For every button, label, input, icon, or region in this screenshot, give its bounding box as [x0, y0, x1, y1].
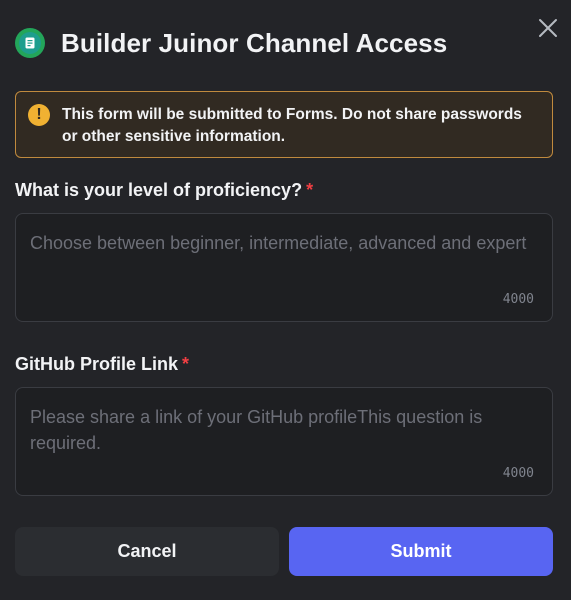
- notice-text: This form will be submitted to Forms. Do…: [62, 106, 522, 145]
- proficiency-field: 4000: [15, 213, 553, 322]
- close-button[interactable]: [537, 17, 559, 39]
- character-counter: 4000: [502, 292, 534, 307]
- close-icon: [539, 19, 557, 37]
- cancel-button[interactable]: Cancel: [15, 527, 279, 576]
- proficiency-input[interactable]: [16, 214, 552, 321]
- warning-icon: !: [28, 104, 50, 126]
- form-app-icon: [15, 28, 45, 58]
- character-counter: 4000: [502, 466, 534, 481]
- github-link-question-label: GitHub Profile Link *: [15, 354, 190, 374]
- modal-title: Builder Juinor Channel Access: [61, 27, 448, 58]
- form-modal: Builder Juinor Channel Access ! This for…: [0, 0, 571, 600]
- modal-header: Builder Juinor Channel Access: [15, 26, 447, 60]
- required-marker: *: [306, 180, 314, 200]
- github-link-field: 4000: [15, 387, 553, 496]
- notice-destination: Forms: [285, 106, 334, 123]
- sensitive-info-notice: ! This form will be submitted to Forms. …: [15, 91, 553, 158]
- github-link-input[interactable]: [16, 388, 552, 495]
- required-marker: *: [182, 354, 190, 374]
- proficiency-question-label: What is your level of proficiency? *: [15, 180, 314, 200]
- submit-button[interactable]: Submit: [289, 527, 553, 576]
